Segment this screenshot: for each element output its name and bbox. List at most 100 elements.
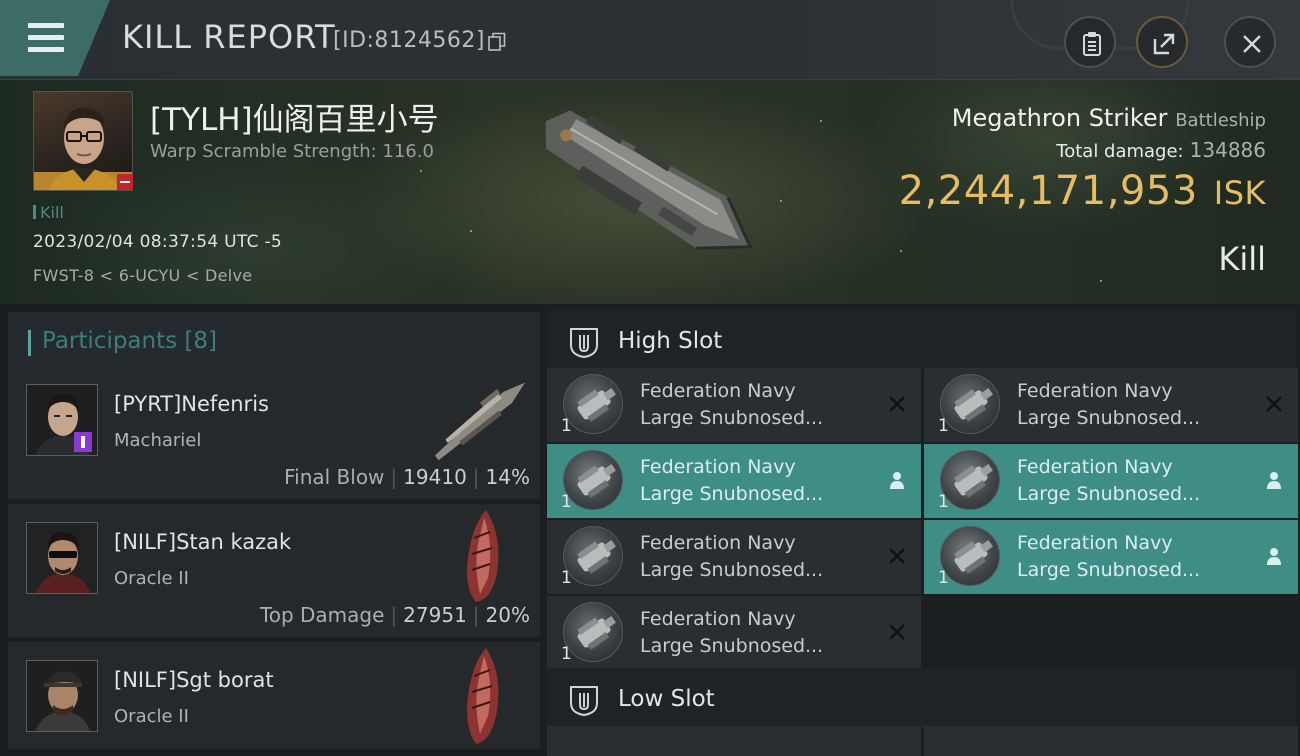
module-thumbnail [940,526,1000,586]
participant-ship: Machariel [114,430,202,451]
participant-name[interactable]: [NILF]Stan kazak [114,530,291,554]
module-item[interactable]: 1 Federation Navy Large Snubnosed... [547,520,921,594]
hamburger-icon-bar [28,47,64,52]
low-slot-item[interactable] [547,726,921,756]
participants-panel: Participants [8] [PYRT]Nefenris Macharie… [0,304,543,750]
high-slot-header[interactable]: High Slot [547,310,1296,370]
star [420,170,422,172]
module-item[interactable]: 1 Federation Navy Large Snubnosed... [924,368,1298,442]
total-damage-value: 134886 [1189,138,1266,162]
module-name-line1: Federation Navy [1017,532,1173,554]
close-button[interactable] [1224,16,1276,68]
copy-icon[interactable] [488,32,506,52]
ship-name-text: Megathron Striker [951,104,1168,132]
separator: | [472,465,480,489]
stat-percent: 20% [485,603,530,627]
module-name-line2: Large Snubnosed... [640,407,824,429]
module-quantity: 1 [938,568,949,588]
module-quantity: 1 [938,492,949,512]
isk-amount: 2,244,171,953 [898,168,1198,214]
participant-ship-image[interactable] [446,646,516,746]
low-slot-item[interactable] [924,726,1298,756]
participant-ship: Oracle II [114,568,189,589]
module-thumbnail [940,450,1000,510]
kill-location[interactable]: FWST-8 < 6-UCYU < Delve [33,266,252,285]
stat-label: Final Blow [284,465,385,489]
participant-row[interactable]: [NILF]Sgt borat Oracle II [8,642,540,750]
module-item[interactable]: 1 Federation Navy Large Snubnosed... [924,444,1298,518]
module-thumbnail [563,602,623,662]
victim-name[interactable]: [TYLH]仙阁百里小号 [150,94,439,139]
pilot-avatar-icon [27,523,97,593]
warp-scramble-strength: Warp Scramble Strength: 116.0 [150,141,434,162]
participants-title: Participants [8] [42,328,217,354]
section-marker [28,330,31,356]
victim-summary: [TYLH]仙阁百里小号 Warp Scramble Strength: 116… [0,80,1300,304]
avatar[interactable] [26,660,98,732]
module-quantity: 1 [561,644,572,664]
participant-name[interactable]: [NILF]Sgt borat [114,668,274,692]
module-thumbnail [940,374,1000,434]
participant-row[interactable]: [NILF]Stan kazak Oracle II Top Damage | 27… [8,504,540,638]
avatar[interactable] [26,522,98,594]
separator: | [472,603,480,627]
participant-ship-image[interactable] [420,374,540,464]
module-name-line1: Federation Navy [640,380,796,402]
module-name-line2: Large Snubnosed... [640,635,824,657]
clipboard-button[interactable] [1064,16,1116,68]
module-quantity: 1 [561,492,572,512]
module-name-line2: Large Snubnosed... [640,559,824,581]
kill-type-label: Kill [33,203,64,222]
role-badge [74,432,92,452]
corp-badge [117,174,133,190]
kill-datetime: 2023/02/04 08:37:54 UTC -5 [33,232,282,252]
module-name-line2: Large Snubnosed... [1017,407,1201,429]
module-name-line1: Federation Navy [640,608,796,630]
destroyed-x-icon [889,396,905,412]
star [820,120,822,122]
module-name: Federation Navy Large Snubnosed... [640,606,823,660]
pilot-avatar-icon [27,661,97,731]
dropped-person-icon [1267,548,1281,565]
hamburger-icon [28,23,64,28]
stat-percent: 14% [485,465,530,489]
clipboard-icon [1083,32,1101,56]
star [470,230,472,232]
kill-report-header: KILL REPORT [ID:8124562] [0,0,1300,80]
participant-row[interactable]: [PYRT]Nefenris Machariel Final Blow | 1941… [8,366,540,500]
separator: | [390,465,398,489]
module-item[interactable]: 1 Federation Navy Large Snubnosed... [547,444,921,518]
low-slot-header[interactable]: Low Slot [547,668,1296,728]
star [780,200,782,202]
high-slot-icon [570,328,598,359]
module-name-line1: Federation Navy [1017,380,1173,402]
participant-name[interactable]: [PYRT]Nefenris [114,392,269,416]
share-icon [1153,33,1175,55]
module-name-line2: Large Snubnosed... [1017,483,1201,505]
participants-header[interactable]: Participants [8] [8,312,540,368]
participant-ship-image[interactable] [446,508,516,604]
module-name-line2: Large Snubnosed... [640,483,824,505]
module-item[interactable]: 1 Federation Navy Large Snubnosed... [924,520,1298,594]
victim-ship-name[interactable]: Megathron Striker Battleship [952,104,1266,132]
dropped-person-icon [890,472,904,489]
star [900,250,902,252]
module-name: Federation Navy Large Snubnosed... [1017,454,1200,508]
page-title: KILL REPORT [122,18,336,56]
stat-label: Top Damage [259,603,385,627]
stat-damage: 27951 [403,603,467,627]
module-thumbnail [563,526,623,586]
module-quantity: 1 [561,416,572,436]
kill-type-text: Kill [40,203,64,222]
total-damage-label: Total damage: [1056,141,1184,162]
dropped-person-icon [1267,472,1281,489]
kill-marker [33,205,36,219]
module-item[interactable]: 1 Federation Navy Large Snubnosed... [547,596,921,670]
module-item[interactable]: 1 Federation Navy Large Snubnosed... [547,368,921,442]
share-button[interactable] [1136,16,1188,68]
menu-button[interactable] [0,0,110,76]
participant-ship: Oracle II [114,706,189,727]
kill-id: [ID:8124562] [333,28,485,53]
kill-result: Kill [1218,240,1266,278]
victim-ship-image[interactable] [520,85,780,295]
